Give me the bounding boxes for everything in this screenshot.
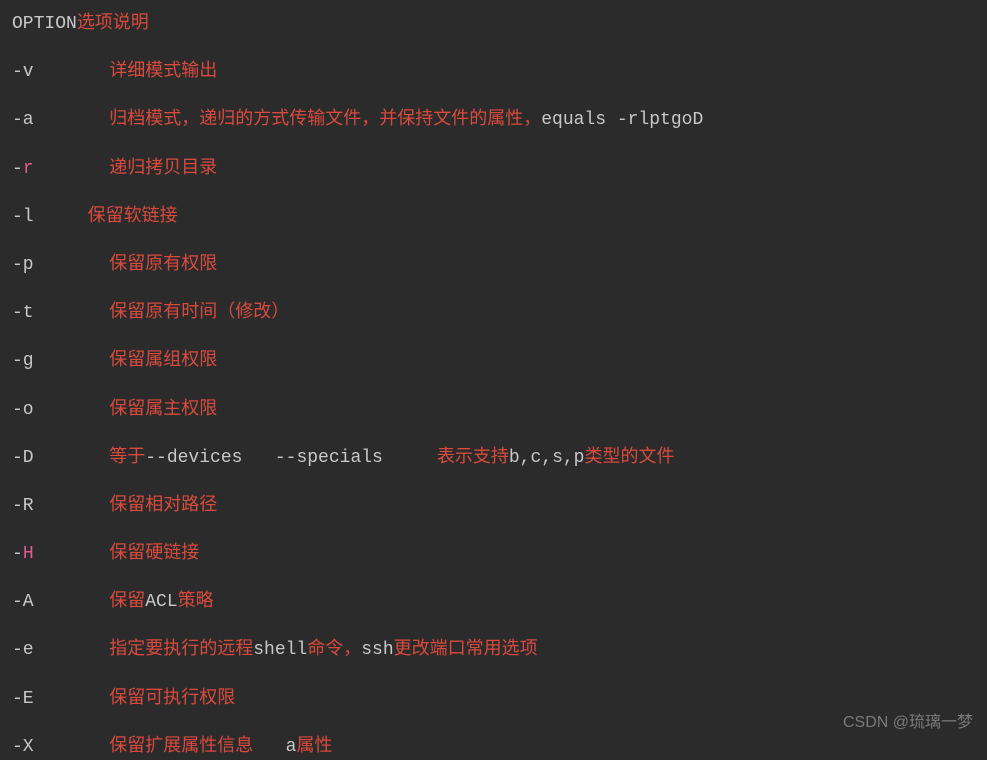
text-segment: -D (12, 448, 109, 468)
text-segment: ssh (361, 640, 393, 660)
text-segment (34, 159, 110, 179)
watermark: CSDN @琉璃一梦 (843, 712, 973, 734)
option-line: -a 归档模式，递归的方式传输文件，并保持文件的属性，equals -rlptg… (12, 108, 975, 133)
option-line: -e 指定要执行的远程shell命令，ssh更改端口常用选项 (12, 638, 975, 663)
text-segment: 保留属组权限 (109, 351, 217, 371)
text-segment: OPTION (12, 14, 77, 34)
text-segment: -v (12, 62, 109, 82)
text-segment: -A (12, 592, 109, 612)
text-segment: 保留原有时间（修改） (109, 303, 289, 323)
text-segment: 表示支持 (437, 448, 509, 468)
text-segment: -g (12, 351, 109, 371)
option-line: -v 详细模式输出 (12, 60, 975, 85)
text-segment: 保留扩展属性信息 (109, 737, 285, 757)
option-line: OPTION选项说明 (12, 12, 975, 37)
option-line: -H 保留硬链接 (12, 542, 975, 567)
option-line: -g 保留属组权限 (12, 349, 975, 374)
text-segment: 类型的文件 (585, 448, 675, 468)
option-line: -o 保留属主权限 (12, 398, 975, 423)
text-segment: 更改端口常用选项 (394, 640, 538, 660)
text-segment: 保留原有权限 (109, 255, 217, 275)
option-line: -X 保留扩展属性信息 a属性 (12, 735, 975, 760)
text-segment: - (12, 544, 23, 564)
text-segment: 属性 (296, 737, 332, 757)
text-segment: -R (12, 496, 109, 516)
text-segment: -X (12, 737, 109, 757)
text-segment: -t (12, 303, 109, 323)
text-segment: -e (12, 640, 109, 660)
text-segment: ACL (145, 592, 177, 612)
option-list: OPTION选项说明-v 详细模式输出-a 归档模式，递归的方式传输文件，并保持… (12, 12, 975, 760)
option-line: -R 保留相对路径 (12, 494, 975, 519)
text-segment: 保留 (109, 592, 145, 612)
option-line: -D 等于--devices --specials 表示支持b,c,s,p类型的… (12, 446, 975, 471)
text-segment: 保留可执行权限 (109, 689, 235, 709)
text-segment: 指定要执行的远程 (109, 640, 253, 660)
text-segment: 详细模式输出 (109, 62, 217, 82)
text-segment: 递归拷贝目录 (109, 159, 217, 179)
text-segment: -l (12, 207, 88, 227)
text-segment: -o (12, 400, 109, 420)
text-segment: 等于 (109, 448, 145, 468)
text-segment: a (286, 737, 297, 757)
text-segment: --devices --specials (145, 448, 437, 468)
text-segment: shell (253, 640, 307, 660)
text-segment: -p (12, 255, 109, 275)
text-segment: 保留相对路径 (109, 496, 217, 516)
text-segment: - (12, 159, 23, 179)
text-segment: 选项说明 (77, 14, 149, 34)
option-line: -E 保留可执行权限 (12, 687, 975, 712)
option-line: -l 保留软链接 (12, 205, 975, 230)
text-segment: 保留硬链接 (109, 544, 199, 564)
text-segment: 保留属主权限 (109, 400, 217, 420)
option-line: -r 递归拷贝目录 (12, 157, 975, 182)
option-line: -t 保留原有时间（修改） (12, 301, 975, 326)
text-segment: 策略 (178, 592, 214, 612)
option-line: -A 保留ACL策略 (12, 590, 975, 615)
text-segment: equals -rlptgoD (541, 110, 703, 130)
text-segment: -E (12, 689, 109, 709)
text-segment: b,c,s,p (509, 448, 585, 468)
text-segment: r (23, 159, 34, 179)
text-segment: 归档模式，递归的方式传输文件，并保持文件的属性， (109, 110, 541, 130)
text-segment: H (23, 544, 34, 564)
text-segment: -a (12, 110, 109, 130)
text-segment: 命令， (307, 640, 361, 660)
option-line: -p 保留原有权限 (12, 253, 975, 278)
text-segment (34, 544, 110, 564)
text-segment: 保留软链接 (88, 207, 178, 227)
